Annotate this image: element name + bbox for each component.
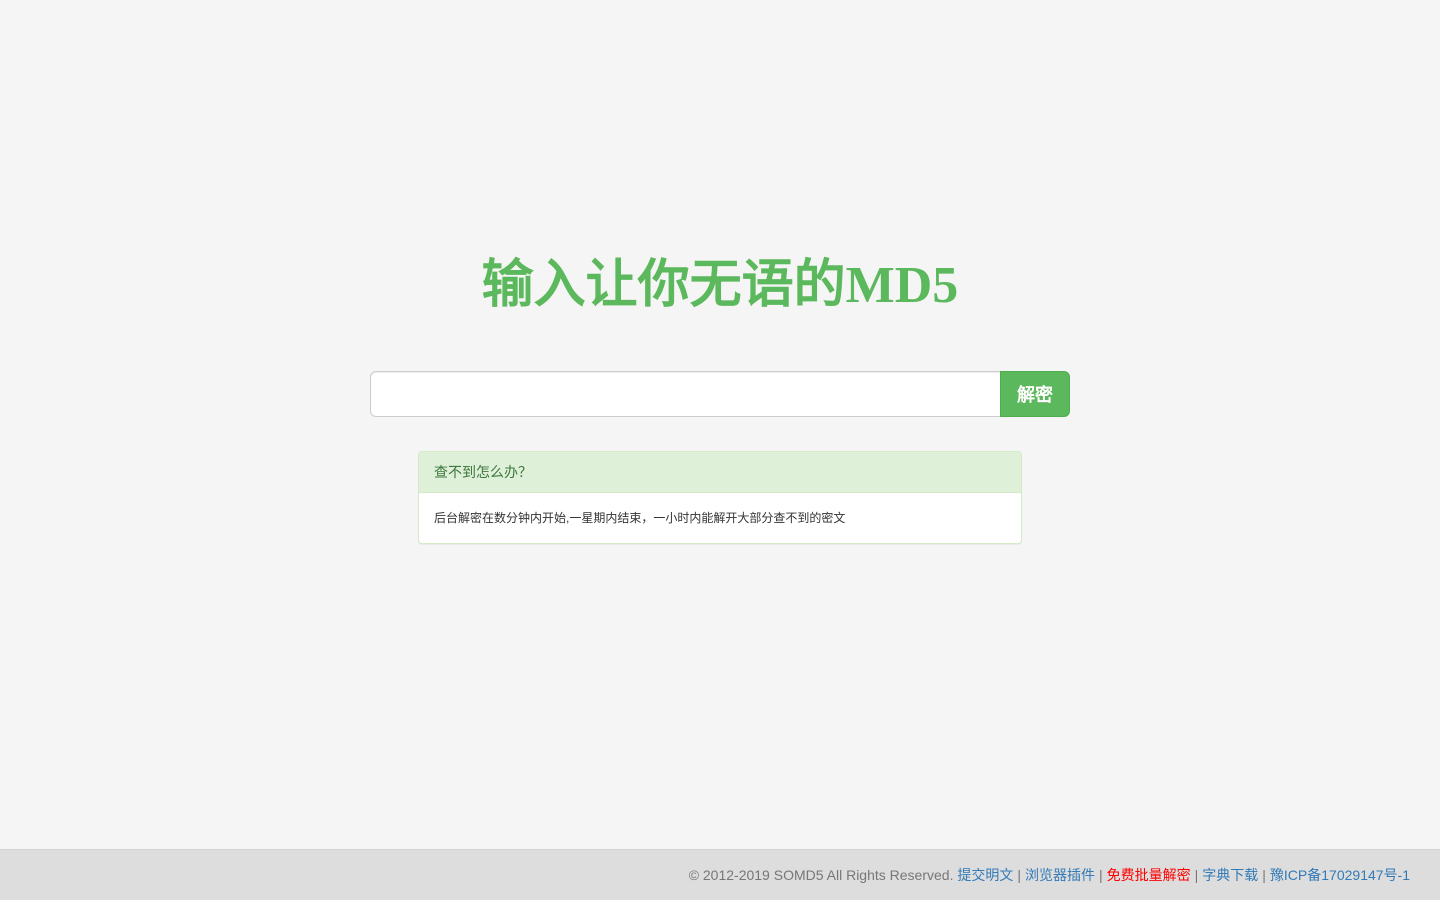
footer-separator: | bbox=[1099, 867, 1103, 883]
decrypt-button[interactable]: 解密 bbox=[1000, 371, 1070, 417]
help-panel-body: 后台解密在数分钟内开始,一星期内结束，一小时内能解开大部分查不到的密文 bbox=[434, 511, 846, 525]
free-batch-decrypt-link[interactable]: 免费批量解密 bbox=[1107, 867, 1191, 883]
footer: © 2012-2019 SOMD5 All Rights Reserved. 提… bbox=[0, 849, 1440, 900]
page: 输入让你无语的MD5 解密 查不到怎么办？ 后台解密在数分钟内开始,一星期内结束… bbox=[0, 0, 1440, 900]
icp-license-link[interactable]: 豫ICP备17029147号-1 bbox=[1270, 867, 1410, 883]
page-title: 输入让你无语的MD5 bbox=[481, 257, 959, 314]
help-panel: 查不到怎么办？ 后台解密在数分钟内开始,一星期内结束，一小时内能解开大部分查不到… bbox=[418, 451, 1022, 544]
submit-plaintext-link[interactable]: 提交明文 bbox=[957, 867, 1013, 883]
footer-separator: | bbox=[1262, 867, 1266, 883]
footer-separator: | bbox=[1194, 867, 1199, 883]
copyright-text: © 2012-2019 SOMD5 All Rights Reserved. bbox=[688, 867, 958, 883]
footer-separator: | bbox=[1017, 867, 1021, 883]
browser-plugin-link[interactable]: 浏览器插件 bbox=[1025, 867, 1095, 883]
search-group: 解密 bbox=[370, 371, 1070, 417]
help-panel-heading: 查不到怎么办？ bbox=[419, 452, 1021, 493]
dictionary-download-link[interactable]: 字典下载 bbox=[1202, 867, 1258, 883]
md5-search-input[interactable] bbox=[370, 371, 1000, 417]
